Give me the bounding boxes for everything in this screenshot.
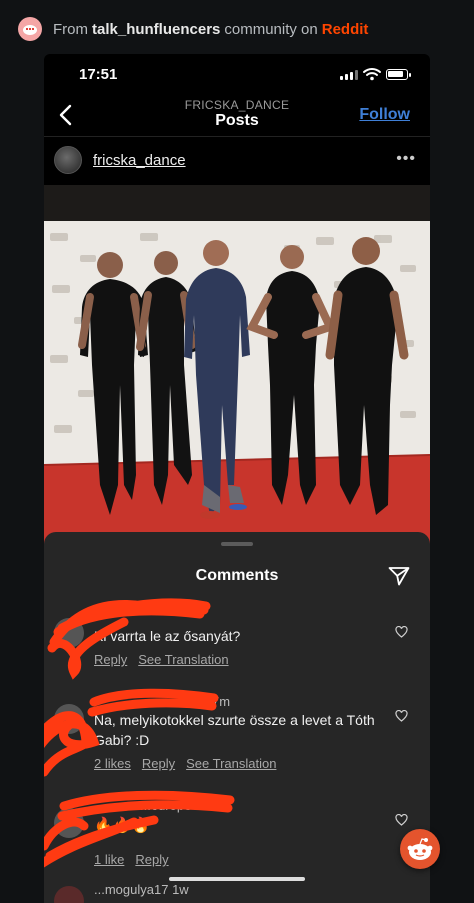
reddit-community-icon (18, 17, 42, 41)
attribution-prefix: From (53, 20, 88, 38)
wifi-icon (363, 68, 381, 81)
reply-button[interactable]: Reply (94, 652, 127, 667)
comment-item: Ki varrta le az ősanyát? Reply See Transl… (44, 600, 430, 670)
header-divider (44, 136, 430, 137)
comment-age: 1w (194, 798, 212, 813)
author-avatar[interactable] (54, 146, 82, 174)
comment-avatar[interactable] (54, 704, 84, 734)
comment-avatar[interactable] (54, 808, 84, 838)
comment-item: 7m Na, melyikotokkel szurte össze a leve… (44, 692, 430, 782)
community-name[interactable]: talk_hunfluencers (92, 21, 220, 38)
comment-username: ...europe 1w (140, 798, 212, 813)
post-header-bar: FRICSKA_DANCE Posts Follow (44, 96, 430, 136)
battery-icon (386, 69, 411, 80)
comment-actions: Reply See Translation (94, 652, 240, 667)
like-heart-icon[interactable] (395, 626, 408, 638)
comment-text: Ki varrta le az ősanyát? (94, 628, 241, 644)
post-author-row: fricska_dance ••• (44, 142, 430, 182)
comment-text: Na, melyikotokkel szurte össze a levet a… (94, 712, 375, 748)
cellular-signal-icon (340, 70, 358, 80)
see-translation-button[interactable]: See Translation (186, 756, 276, 771)
reddit-attribution-bar: From talk_hunfluencers community on Redd… (0, 0, 474, 58)
comments-title: Comments (195, 567, 279, 584)
comment-item: ...mogulya17 1w (44, 880, 430, 903)
comment-text: 🔥🔥🔥 (94, 817, 151, 834)
comment-age: 7m (212, 694, 231, 709)
home-indicator (169, 877, 305, 881)
reddit-snoo-icon[interactable] (400, 829, 440, 869)
sheet-grabber[interactable] (221, 542, 253, 546)
comment-item: ...europe 1w 🔥🔥🔥 1 like Reply (44, 796, 430, 876)
like-heart-icon[interactable] (395, 710, 408, 722)
like-heart-icon[interactable] (395, 814, 408, 826)
paper-plane-icon[interactable] (388, 566, 410, 586)
reply-button[interactable]: Reply (142, 756, 175, 771)
status-time: 17:51 (79, 66, 118, 83)
comment-avatar[interactable] (54, 886, 84, 903)
comments-sheet: Comments Ki varrta le az ősanyát? Reply S… (44, 532, 430, 903)
attribution-middle: community on (224, 20, 318, 38)
phone-screenshot: 17:51 FRICSKA_DANCE Posts Follow fricska… (44, 54, 430, 903)
follow-button[interactable]: Follow (359, 106, 410, 124)
author-username[interactable]: fricska_dance (93, 152, 186, 169)
likes-count[interactable]: 2 likes (94, 756, 131, 771)
post-photo[interactable] (44, 185, 430, 560)
status-bar: 17:51 (44, 54, 430, 96)
more-options-icon[interactable]: ••• (396, 150, 416, 168)
comment-avatar[interactable] (54, 618, 84, 648)
reply-button[interactable]: Reply (135, 852, 168, 867)
comment-username: ...mogulya17 1w (94, 882, 189, 897)
likes-count[interactable]: 1 like (94, 852, 124, 867)
comment-actions: 2 likes Reply See Translation (94, 756, 287, 771)
reddit-brand[interactable]: Reddit (322, 21, 369, 38)
comment-age: 1w (172, 882, 189, 897)
comment-actions: 1 like Reply (94, 852, 180, 867)
see-translation-button[interactable]: See Translation (138, 652, 228, 667)
